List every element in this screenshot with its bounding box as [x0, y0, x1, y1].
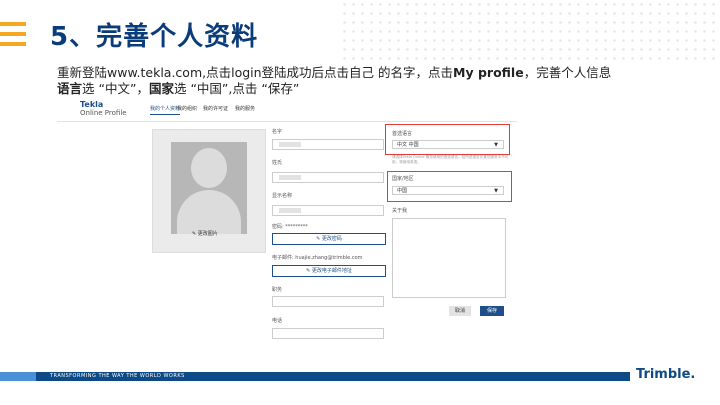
change-email-button[interactable]: ✎ 更改电子邮件地址	[272, 265, 386, 277]
decorative-dot-pattern	[340, 0, 720, 60]
cancel-button[interactable]: 取消	[449, 306, 471, 316]
language-note: 请选择Tekla Online 服务使用的首选语言。若所选语言在某些服务中不可用…	[392, 155, 509, 164]
first-name-field[interactable]	[272, 139, 384, 150]
about-me-textarea[interactable]	[392, 218, 506, 298]
accent-bars	[0, 22, 26, 52]
password-label: 密码: *********	[272, 224, 308, 230]
nav-my-profile[interactable]: 我的个人资料	[150, 105, 181, 115]
change-password-button[interactable]: ✎ 更改密码	[272, 233, 386, 245]
change-photo-link[interactable]: ✎ 更改图片	[192, 230, 218, 237]
language-label: 首选语言	[392, 131, 413, 137]
slide-title: 5、完善个人资料	[50, 22, 259, 52]
footer-bar: TRANSFORMING THE WAY THE WORLD WORKS	[0, 372, 630, 381]
instruction-text: 重新登陆www.tekla.com,点击login登陆成功后点击自己 的名字，点…	[57, 65, 612, 96]
chevron-down-icon: ▼	[494, 142, 498, 148]
tekla-logo: Tekla	[80, 100, 104, 109]
save-button[interactable]: 保存	[480, 306, 504, 316]
trimble-logo: Trimble.	[636, 367, 696, 382]
country-select[interactable]: 中国 ▼	[392, 186, 504, 195]
last-name-label: 姓氏	[272, 160, 283, 166]
tekla-logo-subtitle: Online Profile	[80, 109, 127, 117]
last-name-field[interactable]	[272, 172, 384, 183]
profile-screenshot: Tekla Online Profile 我的个人资料 我的组织 我的许可证 我…	[57, 99, 517, 345]
phone-field[interactable]	[272, 328, 384, 339]
nav-my-services[interactable]: 我的服务	[235, 105, 255, 112]
display-name-label: 显示名称	[272, 193, 293, 199]
job-label: 职务	[272, 287, 283, 293]
job-field[interactable]	[272, 296, 384, 307]
email-label: 电子邮件: huajie.zhang@trimble.com	[272, 255, 363, 261]
first-name-label: 名字	[272, 129, 283, 135]
app-header: Tekla Online Profile 我的个人资料 我的组织 我的许可证 我…	[57, 99, 517, 122]
display-name-field[interactable]	[272, 205, 384, 216]
country-label: 国家/地区	[392, 176, 414, 182]
nav-my-licenses[interactable]: 我的许可证	[203, 105, 228, 112]
footer-slogan: TRANSFORMING THE WAY THE WORLD WORKS	[50, 373, 185, 379]
chevron-down-icon: ▼	[494, 188, 498, 194]
phone-label: 电话	[272, 318, 283, 324]
nav-my-organization[interactable]: 我的组织	[177, 105, 197, 112]
language-select[interactable]: 中文 中国 ▼	[392, 140, 504, 149]
about-me-label: 关于我	[392, 208, 408, 214]
